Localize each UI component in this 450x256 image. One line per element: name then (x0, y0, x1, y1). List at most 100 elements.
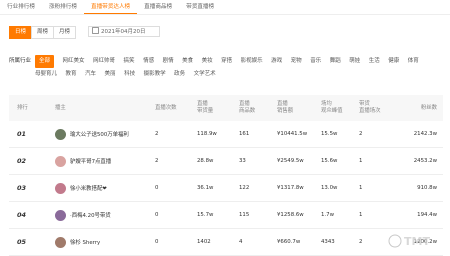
tab-5[interactable]: 带货直播榜 (179, 0, 221, 14)
category-list: 全部 网红美女 网红帅哥 搞笑 情感 剧情 美食 美妆 穿搭 影视娱乐 游戏 宠物 音乐 舞蹈 萌娃 生活 健康… (35, 55, 445, 81)
category-item[interactable]: 美食 (182, 55, 193, 68)
column-header: 排行 (9, 95, 55, 121)
column-header: 直播 商品数 (239, 95, 277, 121)
product-count: 4 (239, 228, 277, 256)
product-count: 161 (239, 121, 277, 148)
peak-viewers: 15.5w (321, 121, 359, 148)
category-item[interactable]: 网红帅哥 (93, 55, 115, 68)
category-item[interactable]: 情感 (143, 55, 154, 68)
rank-number: 02 (9, 147, 55, 175)
ranking-table: 排行 播主 直播次数 直播 带货量 直播 商品数 直播 销售额 场均 观众峰值 带货 直播场次 粉丝数 0… (9, 95, 443, 256)
category-item[interactable]: 政务 (174, 68, 185, 81)
avatar (55, 155, 66, 167)
peak-viewers: 1.7w (321, 201, 359, 229)
category-item[interactable]: 音乐 (310, 55, 321, 68)
fans-count: 2453.2w (395, 147, 443, 175)
streamer-cell[interactable]: 徐小米教搭配❤ (55, 174, 155, 202)
column-header: 直播 带货量 (197, 95, 239, 121)
table-row[interactable]: 05 徐杉 Sherry 0 1402 4 ¥660.7w 4343 2 1200.2w (9, 228, 443, 256)
category-item[interactable]: 科技 (124, 68, 135, 81)
category-item[interactable]: 摄影教学 (144, 68, 166, 81)
live-count: 2 (155, 147, 197, 175)
product-count: 33 (239, 147, 277, 175)
category-item[interactable]: 宠物 (291, 55, 302, 68)
category-item[interactable]: 萌娃 (349, 55, 360, 68)
column-header: 带货 直播场次 (359, 95, 395, 121)
category-item[interactable]: 游戏 (271, 55, 282, 68)
peak-viewers: 4343 (321, 228, 359, 256)
rank-number: 03 (9, 174, 55, 202)
rank-number: 01 (9, 121, 55, 148)
streamer-cell[interactable]: ·西梅4.20号带货 (55, 201, 155, 229)
live-count: 0 (155, 228, 197, 256)
svg-text:TMT: TMT (404, 235, 430, 248)
table-row[interactable]: 02 驴嫂平哥7点直播 2 28.8w 33 ¥2549.5w 15.6w 1 2453.2w (9, 147, 443, 175)
sales-amount: ¥1317.8w (277, 174, 321, 202)
table-row[interactable]: 04 ·西梅4.20号带货 0 15.7w 115 ¥1258.6w 1.7w 1 194.4w (9, 201, 443, 229)
streamer-cell[interactable]: 徐杉 Sherry (55, 228, 155, 256)
category-item[interactable]: 影视娱乐 (241, 55, 263, 68)
goods-sales: 118.9w (197, 121, 239, 148)
avatar (55, 128, 66, 140)
avatar (55, 209, 66, 221)
period-option-2[interactable]: 周榜 (31, 26, 55, 39)
table-body: 01 瑜大公子送500万单福利 2 118.9w 161 ¥10441.5w 15.5w 2 2… (9, 121, 443, 256)
fans-count: 910.8w (395, 174, 443, 202)
category-item[interactable]: 剧情 (163, 55, 174, 68)
category-item[interactable]: 搞笑 (124, 55, 135, 68)
category-item[interactable]: 网红美女 (63, 55, 85, 68)
category-item[interactable]: 美丽 (105, 68, 116, 81)
tab-1[interactable]: 行业排行榜 (0, 0, 42, 14)
rank-number: 05 (9, 228, 55, 256)
rank-number: 04 (9, 201, 55, 229)
streamer-name[interactable]: 驴嫂平哥7点直播 (70, 159, 111, 165)
column-header: 粉丝数 (395, 95, 443, 121)
category-item[interactable]: 穿搭 (221, 55, 232, 68)
column-header: 场均 观众峰值 (321, 95, 359, 121)
column-header: 直播次数 (155, 95, 197, 121)
date-picker[interactable]: 2021年04月20日 (88, 26, 160, 37)
peak-viewers: 13.0w (321, 174, 359, 202)
category-item[interactable]: 文学艺术 (194, 68, 216, 81)
live-count: 0 (155, 201, 197, 229)
tab-3[interactable]: 直播带货达人榜 (83, 0, 138, 14)
sales-amount: ¥10441.5w (277, 121, 321, 148)
category-item[interactable]: 舞蹈 (330, 55, 341, 68)
streamer-name[interactable]: 徐杉 Sherry (70, 240, 100, 246)
live-sessions: 1 (359, 174, 395, 202)
sales-amount: ¥1258.6w (277, 201, 321, 229)
fans-count: 2142.3w (395, 121, 443, 148)
live-count: 0 (155, 174, 197, 202)
goods-sales: 15.7w (197, 201, 239, 229)
table-header: 排行 播主 直播次数 直播 带货量 直播 商品数 直播 销售额 场均 观众峰值 带货 直播场次 粉丝数 (9, 95, 443, 121)
category-item[interactable]: 健康 (388, 55, 399, 68)
table-row[interactable]: 03 徐小米教搭配❤ 0 36.1w 122 ¥1317.8w 13.0w 1 910.8w (9, 174, 443, 202)
ranking-tabs: 行业排行榜 涨粉排行榜 直播带货达人榜 直播商品榜 带货直播榜 (0, 0, 450, 15)
period-option-3[interactable]: 月榜 (53, 26, 77, 39)
streamer-name[interactable]: 瑜大公子送500万单福利 (70, 132, 129, 138)
streamer-name[interactable]: ·西梅4.20号带货 (70, 213, 111, 219)
category-item[interactable]: 体育 (408, 55, 419, 68)
peak-viewers: 15.6w (321, 147, 359, 175)
live-sessions: 2 (359, 121, 395, 148)
goods-sales: 1402 (197, 228, 239, 256)
tab-2[interactable]: 涨粉排行榜 (42, 0, 84, 14)
category-item[interactable]: 生活 (369, 55, 380, 68)
column-header: 直播 销售额 (277, 95, 321, 121)
avatar (55, 236, 66, 248)
tab-4[interactable]: 直播商品榜 (137, 0, 179, 14)
category-item[interactable]: 美妆 (202, 55, 213, 68)
category-item[interactable]: 教育 (66, 68, 77, 81)
streamer-cell[interactable]: 驴嫂平哥7点直播 (55, 147, 155, 175)
live-sessions: 1 (359, 201, 395, 229)
streamer-name[interactable]: 徐小米教搭配❤ (70, 186, 107, 192)
category-item[interactable]: 母婴育儿 (35, 68, 57, 81)
category-item[interactable]: 汽车 (85, 68, 96, 81)
period-option-1[interactable]: 日榜 (9, 26, 33, 39)
category-item[interactable]: 全部 (35, 55, 55, 68)
product-count: 115 (239, 201, 277, 229)
table-row[interactable]: 01 瑜大公子送500万单福利 2 118.9w 161 ¥10441.5w 15.5w 2 2… (9, 121, 443, 148)
column-header: 播主 (55, 95, 155, 121)
category-filter-label: 所属行业 (9, 58, 32, 64)
streamer-cell[interactable]: 瑜大公子送500万单福利 (55, 121, 155, 148)
